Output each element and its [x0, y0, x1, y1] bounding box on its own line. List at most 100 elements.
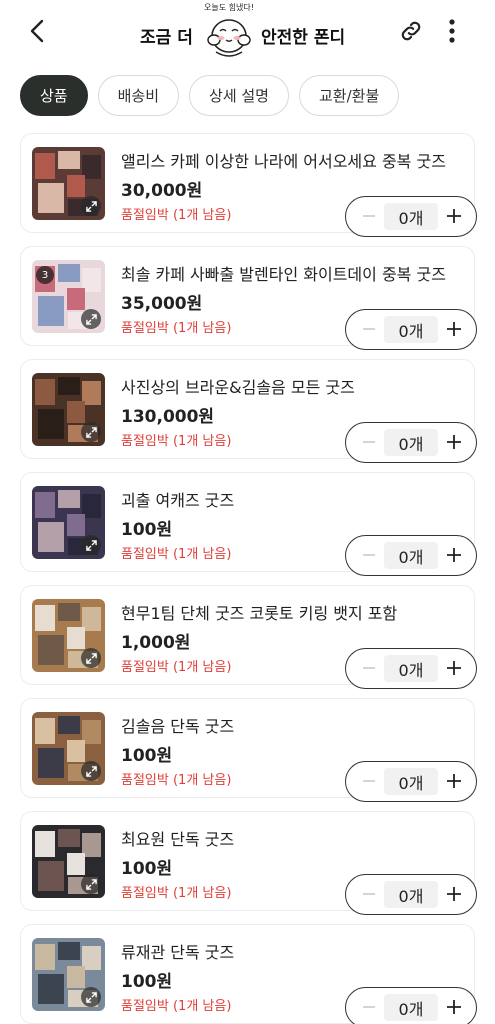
increase-quantity-button[interactable] [443, 431, 465, 453]
minus-icon [363, 215, 375, 217]
product-name: 최솔 카페 사빠출 발렌타인 화이트데이 중복 굿즈 [121, 265, 446, 284]
plus-icon [447, 322, 461, 336]
product-price: 100원 [121, 972, 173, 992]
product-card[interactable]: 김솔음 단독 굿즈 100원 품절임박 (1개 남음) 0개 [20, 698, 477, 802]
increase-quantity-button[interactable] [443, 544, 465, 566]
decrease-quantity-button[interactable] [358, 770, 380, 792]
quantity-stepper: 0개 [345, 987, 477, 1024]
decrease-quantity-button[interactable] [358, 431, 380, 453]
decrease-quantity-button[interactable] [358, 996, 380, 1018]
minus-icon [363, 554, 375, 556]
product-thumbnail[interactable] [32, 938, 105, 1011]
increase-quantity-button[interactable] [443, 657, 465, 679]
stock-warning: 품절임박 (1개 남음) [121, 547, 232, 562]
expand-icon[interactable] [81, 761, 101, 781]
increase-quantity-button[interactable] [443, 205, 465, 227]
quantity-value: 0개 [384, 203, 438, 230]
mascot-logo: 오늘도 힘냈다! [198, 2, 260, 60]
quantity-value: 0개 [384, 542, 438, 569]
quantity-value: 0개 [384, 768, 438, 795]
product-name: 사진상의 브라운&김솔음 모든 굿즈 [121, 378, 355, 397]
product-name: 류재관 단독 굿즈 [121, 943, 235, 962]
plus-icon [447, 435, 461, 449]
minus-icon [363, 667, 375, 669]
product-thumbnail[interactable] [32, 373, 105, 446]
quantity-stepper: 0개 [345, 309, 477, 350]
product-list: 앨리스 카페 이상한 나라에 어서오세요 중복 굿즈 30,000원품절임박 (1… [20, 133, 477, 1024]
quantity-stepper: 0개 [345, 196, 477, 237]
plus-icon [447, 209, 461, 223]
minus-icon [363, 1006, 375, 1008]
quantity-stepper: 0개 [345, 535, 477, 576]
minus-icon [363, 893, 375, 895]
more-options-button[interactable] [440, 15, 464, 47]
expand-icon[interactable] [81, 535, 101, 555]
quantity-value: 0개 [384, 655, 438, 682]
title-right-text: 안전한 폰디 [261, 28, 346, 48]
product-price: 1,000원 [121, 633, 191, 653]
increase-quantity-button[interactable] [443, 318, 465, 340]
expand-icon[interactable] [81, 196, 101, 216]
quantity-stepper: 0개 [345, 422, 477, 463]
increase-quantity-button[interactable] [443, 996, 465, 1018]
tab-description[interactable]: 상세 설명 [189, 75, 289, 116]
product-thumbnail[interactable] [32, 147, 105, 220]
share-link-button[interactable] [396, 16, 426, 46]
increase-quantity-button[interactable] [443, 770, 465, 792]
plus-icon [447, 887, 461, 901]
quantity-value: 0개 [384, 429, 438, 456]
product-name: 괴출 여캐즈 굿즈 [121, 491, 235, 510]
product-card[interactable]: 현무1팀 단체 굿즈 코롯토 키링 뱃지 포함 1,000원 품절임박 (1개 남음… [20, 585, 477, 689]
product-name: 최요원 단독 굿즈 [121, 830, 235, 849]
minus-icon [363, 441, 375, 443]
quantity-value: 0개 [384, 316, 438, 343]
expand-icon[interactable] [81, 309, 101, 329]
section-tabs: 상품 배송비 상세 설명 교환/환불 [20, 75, 400, 117]
product-card[interactable]: 앨리스 카페 이상한 나라에 어서오세요 중복 굿즈 30,000원품절임박 (1… [20, 133, 477, 237]
tab-products[interactable]: 상품 [20, 75, 88, 116]
product-thumbnail[interactable]: 3 [32, 260, 105, 333]
product-name: 앨리스 카페 이상한 나라에 어서오세요 중복 굿즈 [121, 152, 446, 171]
quantity-value: 0개 [384, 994, 438, 1021]
decrease-quantity-button[interactable] [358, 544, 380, 566]
quantity-stepper: 0개 [345, 761, 477, 802]
product-price: 30,000원 [121, 181, 203, 201]
product-card[interactable]: 사진상의 브라운&김솔음 모든 굿즈 130,000원 품절임박 (1개 남음) 0개 [20, 359, 477, 463]
product-thumbnail[interactable] [32, 486, 105, 559]
quantity-value: 0개 [384, 881, 438, 908]
more-vertical-icon [449, 19, 455, 43]
plus-icon [447, 548, 461, 562]
expand-icon[interactable] [81, 422, 101, 442]
increase-quantity-button[interactable] [443, 883, 465, 905]
expand-icon[interactable] [81, 987, 101, 1007]
link-icon [401, 21, 421, 41]
quantity-stepper: 0개 [345, 874, 477, 915]
decrease-quantity-button[interactable] [358, 657, 380, 679]
decrease-quantity-button[interactable] [358, 318, 380, 340]
expand-icon[interactable] [81, 648, 101, 668]
title-left-text: 조금 더 [140, 28, 193, 48]
plus-icon [447, 1000, 461, 1014]
product-name: 현무1팀 단체 굿즈 코롯토 키링 뱃지 포함 [121, 604, 398, 623]
plus-icon [447, 774, 461, 788]
decrease-quantity-button[interactable] [358, 883, 380, 905]
stock-warning: 품절임박 (1개 남음) [121, 886, 232, 901]
app-header: 조금 더 오늘도 힘냈다! 안전한 폰디 [0, 0, 495, 62]
stock-warning: 품절임박 (1개 남음) [121, 434, 232, 449]
product-price: 100원 [121, 859, 173, 879]
product-card[interactable]: 괴출 여캐즈 굿즈 100원 품절임박 (1개 남음) 0개 [20, 472, 477, 576]
product-thumbnail[interactable] [32, 712, 105, 785]
quantity-stepper: 0개 [345, 648, 477, 689]
product-thumbnail[interactable] [32, 599, 105, 672]
plus-icon [447, 661, 461, 675]
back-button[interactable] [22, 16, 52, 46]
tab-shipping-fee[interactable]: 배송비 [97, 75, 180, 116]
product-card[interactable]: 최요원 단독 굿즈 100원품절임박 (1개 남음) 0개 [20, 811, 477, 915]
stock-warning: 품절임박 (1개 남음) [121, 208, 232, 223]
product-card[interactable]: 류재관 단독 굿즈 100원 품절임박 (1개 남음) 0개 [20, 924, 477, 1024]
product-thumbnail[interactable] [32, 825, 105, 898]
decrease-quantity-button[interactable] [358, 205, 380, 227]
product-card[interactable]: 3 최솔 카페 사빠출 발렌타인 화이트데이 중복 굿즈 35,000원 품절임박 (… [20, 246, 477, 350]
expand-icon[interactable] [81, 874, 101, 894]
tab-exchange-refund[interactable]: 교환/환불 [298, 75, 400, 116]
